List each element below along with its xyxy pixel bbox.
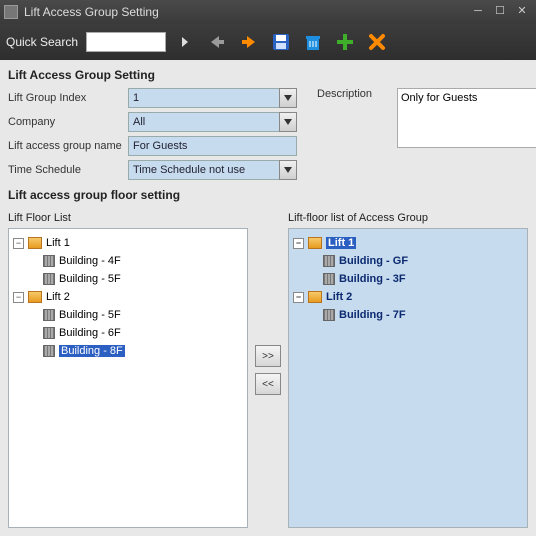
collapse-icon[interactable]: − xyxy=(13,238,24,249)
tree-node-label: Lift 2 xyxy=(326,291,352,303)
floor-icon xyxy=(43,309,55,321)
tree-node-label: Lift 2 xyxy=(46,291,70,303)
tree-leaf[interactable]: Building - 3F xyxy=(323,271,523,287)
floor-icon xyxy=(323,273,335,285)
tree-node-lift1[interactable]: − Lift 1 xyxy=(13,235,243,251)
chevron-down-icon[interactable] xyxy=(279,88,297,108)
floor-icon xyxy=(323,309,335,321)
tree-node-label: Lift 1 xyxy=(46,237,70,249)
close-button[interactable]: ✕ xyxy=(512,4,532,20)
floor-icon xyxy=(43,255,55,267)
app-icon xyxy=(4,5,18,19)
tree-node-lift1[interactable]: − Lift 1 xyxy=(293,235,523,251)
tree-leaf[interactable]: Building - 4F xyxy=(43,253,243,269)
maximize-button[interactable]: ☐ xyxy=(490,4,510,20)
window: Lift Access Group Setting ─ ☐ ✕ Quick Se… xyxy=(0,0,536,536)
name-input[interactable] xyxy=(128,136,297,156)
collapse-icon[interactable]: − xyxy=(293,238,304,249)
company-input[interactable] xyxy=(128,112,279,132)
schedule-label: Time Schedule xyxy=(8,164,128,176)
floor-setting: Lift Floor List − Lift 1 Building - 4F B… xyxy=(8,212,528,528)
left-panel-title: Lift Floor List xyxy=(8,212,248,224)
tree-leaf[interactable]: Building - 5F xyxy=(43,307,243,323)
tree-leaf[interactable]: Building - 5F xyxy=(43,271,243,287)
move-right-button[interactable]: >> xyxy=(255,345,281,367)
form-section-title: Lift Access Group Setting xyxy=(8,68,528,82)
tree-node-label: Lift 1 xyxy=(326,237,356,249)
delete-button[interactable] xyxy=(300,29,326,55)
floor-icon xyxy=(43,327,55,339)
lift-icon xyxy=(308,237,322,249)
schedule-input[interactable] xyxy=(128,160,279,180)
desc-label: Description xyxy=(317,88,397,184)
form-area: Lift Group Index Company Lift access gro… xyxy=(8,88,528,184)
chevron-down-icon[interactable] xyxy=(279,160,297,180)
move-buttons: >> << xyxy=(254,212,282,528)
minimize-button[interactable]: ─ xyxy=(468,4,488,20)
company-combo[interactable] xyxy=(128,112,297,132)
toolbar: Quick Search xyxy=(0,24,536,60)
floor-icon xyxy=(43,273,55,285)
form-right: Description Only for Guests xyxy=(317,88,536,184)
content: Lift Access Group Setting Lift Group Ind… xyxy=(0,60,536,536)
lift-icon xyxy=(28,291,42,303)
name-label: Lift access group name xyxy=(8,140,128,152)
tree-leaf[interactable]: Building - 6F xyxy=(43,325,243,341)
quick-search-input[interactable] xyxy=(86,32,166,52)
lift-icon xyxy=(28,237,42,249)
titlebar: Lift Access Group Setting ─ ☐ ✕ xyxy=(0,0,536,24)
tree-leaf[interactable]: Building - 7F xyxy=(323,307,523,323)
add-button[interactable] xyxy=(332,29,358,55)
form-left: Lift Group Index Company Lift access gro… xyxy=(8,88,297,184)
chevron-down-icon[interactable] xyxy=(279,112,297,132)
collapse-icon[interactable]: − xyxy=(293,292,304,303)
tree-leaf[interactable]: Building - GF xyxy=(323,253,523,269)
tree-leaf[interactable]: Building - 8F xyxy=(43,343,243,359)
desc-textarea[interactable]: Only for Guests xyxy=(397,88,536,148)
window-title: Lift Access Group Setting xyxy=(24,5,466,19)
quick-search-label: Quick Search xyxy=(6,35,78,49)
save-button[interactable] xyxy=(268,29,294,55)
collapse-icon[interactable]: − xyxy=(13,292,24,303)
floor-icon xyxy=(323,255,335,267)
left-panel: Lift Floor List − Lift 1 Building - 4F B… xyxy=(8,212,248,528)
company-label: Company xyxy=(8,116,128,128)
index-label: Lift Group Index xyxy=(8,92,128,104)
floor-icon xyxy=(43,345,55,357)
lift-icon xyxy=(308,291,322,303)
tree-node-lift2[interactable]: − Lift 2 xyxy=(13,289,243,305)
index-input[interactable] xyxy=(128,88,279,108)
forward-button[interactable] xyxy=(236,29,262,55)
left-tree[interactable]: − Lift 1 Building - 4F Building - 5F − L… xyxy=(8,228,248,528)
right-tree[interactable]: − Lift 1 Building - GF Building - 3F − L… xyxy=(288,228,528,528)
index-combo[interactable] xyxy=(128,88,297,108)
schedule-combo[interactable] xyxy=(128,160,297,180)
quick-search-go-icon[interactable] xyxy=(172,29,198,55)
right-panel-title: Lift-floor list of Access Group xyxy=(288,212,528,224)
back-button[interactable] xyxy=(204,29,230,55)
tree-node-lift2[interactable]: − Lift 2 xyxy=(293,289,523,305)
cancel-button[interactable] xyxy=(364,29,390,55)
right-panel: Lift-floor list of Access Group − Lift 1… xyxy=(288,212,528,528)
floor-section-title: Lift access group floor setting xyxy=(8,188,528,202)
move-left-button[interactable]: << xyxy=(255,373,281,395)
